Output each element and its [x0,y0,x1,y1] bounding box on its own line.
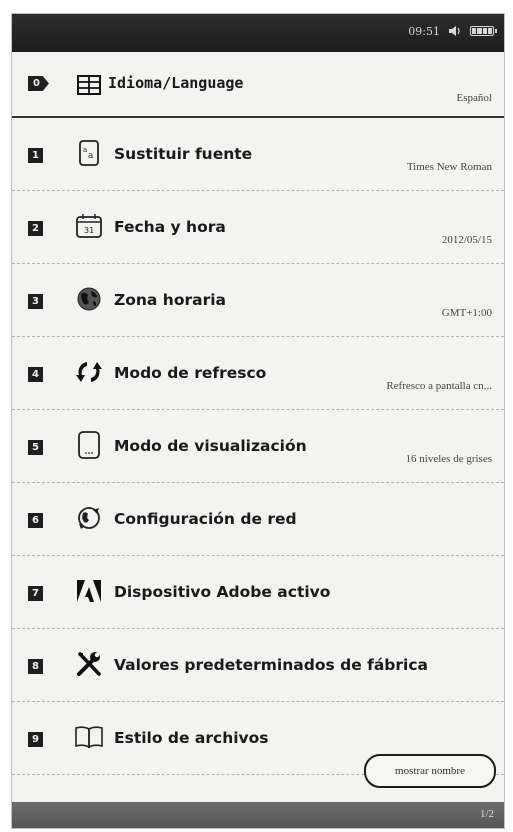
shortcut-key-5: 5 [28,440,43,455]
setting-label: Estilo de archivos [114,729,269,747]
setting-date-time[interactable]: 2 31 Fecha y hora 2012/05/15 [12,191,504,264]
setting-refresh-mode[interactable]: 4 Modo de refresco Refresco a pantalla c… [12,337,504,410]
adobe-icon [74,576,104,606]
setting-value: Refresco a pantalla cn... [386,380,492,392]
setting-label: Idioma/Language [108,74,244,92]
svg-text:a: a [83,146,87,154]
font-icon: a a [74,138,104,168]
setting-font-substitution[interactable]: 1 a a Sustituir fuente Times New Roman [12,118,504,191]
shortcut-key-6: 6 [28,513,43,528]
book-icon [74,722,104,752]
display-icon [74,430,104,460]
setting-value: Español [456,92,492,104]
setting-factory-defaults[interactable]: 8 Valores predeterminados de fábrica [12,629,504,702]
pagination-bar: 1/2 [12,802,504,828]
shortcut-key-3: 3 [28,294,43,309]
globe-icon [74,284,104,314]
shortcut-key-9: 9 [28,732,43,747]
status-indicators: 09:51 [408,24,497,38]
shortcut-key-1: 1 [28,148,43,163]
setting-label: Valores predeterminados de fábrica [114,656,429,674]
shortcut-key-8: 8 [28,659,43,674]
svg-text:31: 31 [84,226,94,235]
shortcut-key-7: 7 [28,586,43,601]
setting-display-mode[interactable]: 5 Modo de visualización 16 niveles de gr… [12,410,504,483]
setting-label: Modo de refresco [114,364,267,382]
tools-icon [74,649,104,679]
setting-language[interactable]: 0 Idioma/Language Español [12,52,504,118]
setting-label: Zona horaria [114,291,226,309]
svg-text:a: a [88,151,94,161]
setting-label: Configuración de red [114,510,297,528]
setting-network-config[interactable]: 6 Configuración de red [12,483,504,556]
setting-label: Modo de visualización [114,437,307,455]
setting-value: Times New Roman [406,161,492,173]
battery-icon [470,26,497,36]
setting-adobe-device[interactable]: 7 Dispositivo Adobe activo [12,556,504,629]
setting-label: Fecha y hora [114,218,226,236]
ereader-screen: 09:51 0 Idioma/Language Español 1 a a Su… [12,14,504,828]
speaker-icon [449,26,460,36]
status-bar: 09:51 [12,14,504,52]
setting-label: Sustituir fuente [114,145,253,163]
file-style-option[interactable]: mostrar nombre [364,754,496,788]
calendar-icon: 31 [74,211,104,241]
setting-label: Dispositivo Adobe activo [114,583,331,601]
shortcut-key-2: 2 [28,221,43,236]
refresh-icon [74,357,104,387]
page-indicator: 1/2 [479,808,494,820]
setting-time-zone[interactable]: 3 Zona horaria GMT+1:00 [12,264,504,337]
network-icon [74,503,104,533]
shortcut-key-0: 0 [28,76,49,91]
shortcut-key-4: 4 [28,367,43,382]
setting-value: GMT+1:00 [441,307,492,319]
clock: 09:51 [408,24,440,38]
settings-list: 0 Idioma/Language Español 1 a a Sustitui… [12,52,504,775]
setting-value: 2012/05/15 [441,234,492,246]
setting-value: 16 niveles de grises [405,453,492,465]
language-grid-icon [74,70,104,100]
